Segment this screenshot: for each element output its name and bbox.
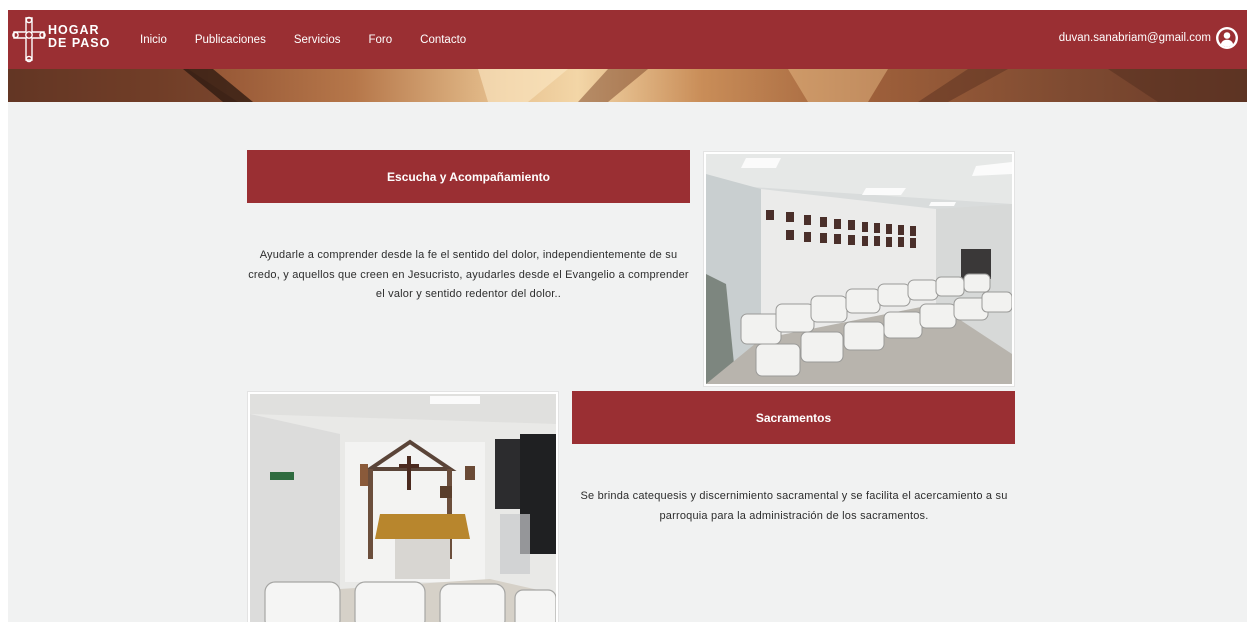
user-avatar-icon[interactable] [1215, 26, 1239, 50]
user-menu[interactable]: duvan.sanabriam@gmail.com [1059, 26, 1239, 50]
chapel-room-chairs-photo [704, 152, 1014, 386]
cross-logo-icon [12, 16, 46, 63]
section-description: Se brinda catequesis y discernimiento sa… [580, 490, 1008, 522]
nav-menu: Inicio Publicaciones Servicios Foro Cont… [140, 10, 494, 69]
brand-line2: DE PASO [48, 36, 111, 50]
nav-link-inicio[interactable]: Inicio [140, 34, 167, 46]
chapel-altar-photo [248, 392, 558, 622]
brand-name: HOGAR DE PASO [48, 24, 110, 50]
nav-link-contacto[interactable]: Contacto [420, 34, 466, 46]
nav-link-servicios[interactable]: Servicios [294, 34, 341, 46]
section-header-escucha: Escucha y Acompañamiento [247, 150, 690, 203]
section-description: Ayudarle a comprender desde la fe el sen… [248, 249, 689, 300]
section-title: Sacramentos [755, 410, 832, 425]
nav-link-foro[interactable]: Foro [368, 34, 392, 46]
hero-banner-image [8, 69, 1247, 102]
user-email[interactable]: duvan.sanabriam@gmail.com [1059, 32, 1211, 44]
top-navbar: HOGAR DE PASO Inicio Publicaciones Servi… [8, 10, 1247, 69]
nav-link-publicaciones[interactable]: Publicaciones [195, 34, 266, 46]
section-header-sacramentos: Sacramentos [572, 391, 1015, 444]
page: HOGAR DE PASO Inicio Publicaciones Servi… [8, 10, 1247, 622]
section-title: Escucha y Acompañamiento [387, 169, 550, 184]
brand-logo[interactable]: HOGAR DE PASO [12, 16, 112, 63]
